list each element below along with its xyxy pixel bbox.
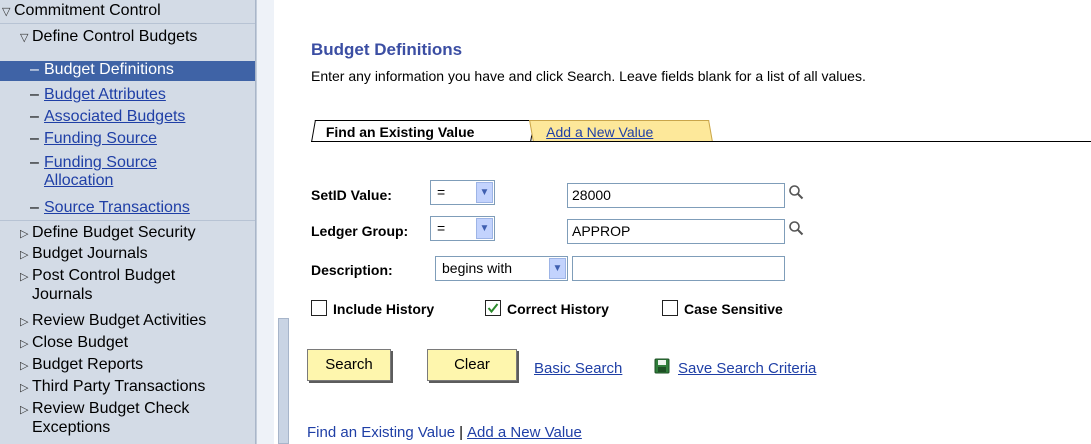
description-label: Description: — [311, 262, 393, 278]
checkbox-checked-icon — [485, 300, 501, 316]
setid-label: SetID Value: — [311, 187, 392, 203]
sidebar-item-source-transactions[interactable]: – Source Transactions — [30, 199, 255, 217]
chevron-down-icon: ▼ — [476, 218, 493, 239]
instructions-text: Enter any information you have and click… — [311, 68, 866, 84]
tab-baseline — [311, 141, 1091, 142]
triangle-right-icon: ▷ — [20, 271, 29, 283]
lookup-magnifier-icon[interactable] — [788, 184, 804, 200]
checkbox-unchecked-icon — [311, 300, 327, 316]
sidebar-item-budget-attributes[interactable]: – Budget Attributes — [30, 86, 255, 104]
triangle-right-icon: ▷ — [20, 338, 29, 350]
main-content: Budget Definitions Enter any information… — [305, 0, 1091, 444]
add-new-value-link[interactable]: Add a New Value — [467, 424, 582, 441]
triangle-right-icon: ▷ — [20, 382, 29, 394]
sidebar-item-associated-budgets[interactable]: – Associated Budgets — [30, 108, 255, 126]
sidebar-root-commitment-control[interactable]: ▽ Commitment Control — [2, 2, 255, 21]
sidebar-item-review-budget-check-exceptions[interactable]: ▷ Review Budget Check Exceptions — [20, 400, 255, 437]
sidebar-item-third-party-transactions[interactable]: ▷ Third Party Transactions — [20, 378, 255, 397]
link-separator: | — [459, 424, 464, 441]
triangle-right-icon: ▷ — [20, 360, 29, 372]
bottom-links: Find an Existing Value | Add a New Value — [307, 424, 582, 441]
sidebar-item-close-budget[interactable]: ▷ Close Budget — [20, 334, 255, 353]
triangle-right-icon: ▷ — [20, 404, 29, 416]
include-history-checkbox[interactable]: Include History — [311, 300, 434, 317]
case-sensitive-checkbox[interactable]: Case Sensitive — [662, 300, 783, 317]
description-value-input[interactable] — [572, 256, 785, 281]
sidebar-item-review-budget-activities[interactable]: ▷ Review Budget Activities — [20, 312, 255, 331]
correct-history-checkbox[interactable]: Correct History — [485, 300, 609, 317]
ledger-group-label: Ledger Group: — [311, 223, 409, 239]
scrollbar-thumb[interactable] — [278, 318, 289, 444]
lookup-magnifier-icon[interactable] — [788, 220, 804, 236]
sidebar-item-budget-journals[interactable]: ▷ Budget Journals — [20, 245, 255, 264]
search-button[interactable]: Search — [307, 349, 391, 381]
tab-add-new-value[interactable]: Add a New Value — [529, 120, 713, 142]
save-disk-icon[interactable] — [654, 358, 670, 374]
description-operator-select[interactable]: begins with ▼ — [435, 256, 568, 281]
ledger-group-value-input[interactable]: APPROP — [567, 219, 785, 244]
basic-search-link[interactable]: Basic Search — [534, 360, 622, 377]
triangle-right-icon: ▷ — [20, 228, 29, 240]
sidebar-item-funding-source[interactable]: – Funding Source — [30, 130, 255, 148]
setid-operator-select[interactable]: = ▼ — [430, 180, 495, 205]
ledger-group-operator-select[interactable]: = ▼ — [430, 216, 495, 241]
setid-value-input[interactable]: 28000 — [567, 183, 785, 208]
save-search-criteria-link[interactable]: Save Search Criteria — [678, 360, 816, 377]
sidebar-menu: ▽ Commitment Control ▽ Define Control Budg… — [0, 0, 256, 444]
sidebar-item-budget-definitions[interactable]: – Budget Definitions — [0, 61, 255, 81]
tab-find-existing-value[interactable]: Find an Existing Value — [311, 120, 535, 142]
sidebar-item-budget-reports[interactable]: ▷ Budget Reports — [20, 356, 255, 375]
find-existing-value-link[interactable]: Find an Existing Value — [307, 424, 455, 441]
clear-button[interactable]: Clear — [427, 349, 517, 381]
triangle-right-icon: ▷ — [20, 316, 29, 328]
triangle-right-icon: ▷ — [20, 249, 29, 261]
chevron-down-icon: ▼ — [549, 258, 566, 279]
triangle-down-icon: ▽ — [2, 6, 11, 18]
sidebar-item-post-control-budget-journals[interactable]: ▷ Post Control Budget Journals — [20, 267, 255, 304]
divider — [0, 220, 255, 221]
divider — [0, 23, 255, 24]
triangle-down-icon: ▽ — [20, 32, 29, 44]
sidebar-item-define-budget-security[interactable]: ▷ Define Budget Security — [20, 224, 255, 243]
chevron-down-icon: ▼ — [476, 182, 493, 203]
checkbox-unchecked-icon — [662, 300, 678, 316]
sidebar-item-funding-source-allocation[interactable]: – Funding Source Allocation — [30, 154, 255, 190]
pane-splitter[interactable] — [256, 0, 274, 444]
page-title: Budget Definitions — [311, 40, 463, 59]
sidebar-group-define-control-budgets[interactable]: ▽ Define Control Budgets — [20, 28, 255, 47]
